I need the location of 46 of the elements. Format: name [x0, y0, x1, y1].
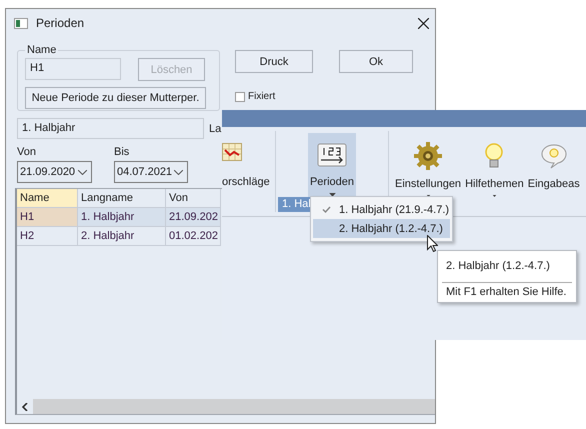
gear-icon [414, 142, 442, 170]
tooltip-hint: Mit F1 erhalten Sie Hilfe. [442, 282, 572, 302]
table-cell[interactable]: 2. Halbjahr [78, 226, 166, 246]
field-label: La [209, 122, 222, 134]
scrollbar[interactable] [33, 399, 435, 414]
scroll-left-icon[interactable] [22, 402, 28, 410]
chart-icon [222, 143, 242, 161]
table-cell[interactable]: H1 [17, 208, 78, 226]
close-icon[interactable] [418, 18, 429, 28]
field-label: Von [17, 146, 37, 158]
ok-button[interactable]: Ok [339, 50, 413, 73]
table-cell[interactable]: H2 [17, 226, 78, 246]
menu-item[interactable]: 2. Halbjahr (1.2.-4.7.) [313, 219, 450, 238]
window-title: Perioden [36, 16, 86, 30]
ribbon-button[interactable]: orschläge [222, 127, 275, 191]
menu-item[interactable]: 1. Halbjahr (21.9.-4.7.) [313, 200, 450, 219]
chevron-down-icon [174, 170, 183, 174]
caret-icon [490, 195, 498, 197]
tooltip-title: 2. Halbjahr (1.2.-4.7.) [445, 259, 551, 274]
name-field[interactable]: H1 [25, 58, 121, 80]
table-cell[interactable]: 1. Halbjahr [78, 208, 166, 226]
table-cell[interactable]: 21.09.202 [166, 208, 220, 226]
longname-field[interactable]: 1. Halbjahr [17, 118, 204, 139]
ribbon-button[interactable]: Einstellungen [395, 133, 462, 197]
light-bulb-icon [483, 142, 506, 170]
column-header[interactable]: Langname [78, 189, 166, 208]
check-icon [322, 206, 330, 213]
field-label: Bis [114, 146, 130, 158]
chevron-down-icon [78, 170, 87, 174]
column-header[interactable]: Von [166, 189, 220, 208]
calendar-range-icon [317, 143, 347, 168]
speech-bubble-icon [540, 143, 568, 169]
status-label: 1. Hal [278, 197, 310, 212]
date-dropdown[interactable]: 04.07.2021 [114, 161, 188, 183]
window-icon [14, 18, 28, 28]
print-button[interactable]: Druck [235, 50, 313, 73]
table-cell[interactable]: 01.02.202 [166, 226, 220, 246]
checkbox-label: Fixiert [248, 91, 276, 102]
new-period-button[interactable]: Neue Periode zu dieser Mutterper. [25, 87, 206, 109]
ribbon-button[interactable]: Hilfethemen [465, 133, 524, 197]
checkbox[interactable] [235, 92, 245, 102]
ribbon-button[interactable]: Perioden [308, 133, 356, 197]
group-label: Name [26, 44, 58, 56]
ribbon-button[interactable]: Eingabeas [528, 133, 580, 197]
date-dropdown[interactable]: 21.09.2020 [17, 161, 92, 183]
column-header[interactable]: Name [17, 189, 78, 208]
